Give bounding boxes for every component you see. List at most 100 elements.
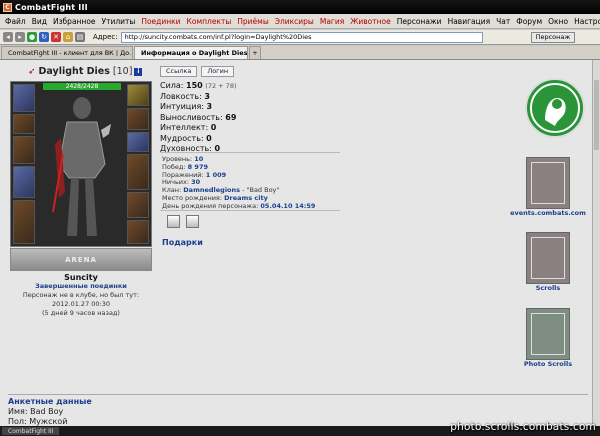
boots-slot[interactable]: [127, 220, 149, 244]
address-label: Адрес:: [93, 33, 118, 41]
back-icon[interactable]: ◂: [3, 32, 13, 42]
dryad-logo-icon[interactable]: [525, 78, 585, 138]
menu-item[interactable]: Навигация: [445, 17, 494, 26]
tab-label: Информация о Daylight Dies: [141, 49, 248, 57]
detail-label: Место рождения:: [162, 193, 223, 202]
window-title: CombatFight III: [15, 2, 88, 12]
completed-fights-link[interactable]: Завершенные поединки: [10, 282, 152, 291]
menu-item[interactable]: Файл: [2, 17, 29, 26]
person-button[interactable]: Персонаж: [530, 31, 576, 43]
clan-emblem-icon[interactable]: [167, 215, 180, 228]
menu-item[interactable]: Эликсиры: [272, 17, 317, 26]
stat-value: 0: [210, 123, 217, 132]
menu-item[interactable]: Вид: [29, 17, 50, 26]
stats-list: Сила: 150 (72 + 78) Ловкость: 3 Интуиция:…: [160, 81, 237, 155]
profile-data: Анкетные данные Имя: Bad Boy Пол: Мужско…: [8, 397, 92, 426]
detail-value: 05.04.10 14:59: [260, 201, 316, 210]
bracer-slot[interactable]: [127, 84, 149, 106]
helmet-slot[interactable]: [13, 84, 35, 112]
tab-client[interactable]: CombatFight III - клиент для ВК | До...: [1, 46, 133, 59]
character-header: ➶ Daylight Dies [10] i: [28, 66, 143, 77]
photo-scrolls-flag-icon: [526, 308, 570, 360]
time-ago: (5 дней 9 часов назад): [42, 309, 120, 317]
address-input[interactable]: http://suncity.combats.com/inf.pl?login=…: [120, 31, 483, 43]
photo-scrolls-link[interactable]: Photo Scrolls: [505, 308, 591, 368]
app-window: C CombatFight III Файл Вид Избранное Утилит…: [0, 0, 600, 436]
menu-item[interactable]: Настройки: [571, 17, 600, 26]
new-tab-button[interactable]: +: [249, 46, 261, 59]
dryad-logo-art: [530, 83, 580, 133]
menu-item[interactable]: Форум: [513, 17, 545, 26]
stat-row: Мудрость: 0: [160, 134, 237, 145]
detail-label: Побед:: [162, 162, 186, 171]
detail-value: 1 009: [205, 170, 227, 179]
menu-item[interactable]: Комплекты: [184, 17, 235, 26]
tab-bar: CombatFight III - клиент для ВК | До... …: [0, 46, 600, 60]
stat-row: Интеллект: 0: [160, 123, 237, 134]
stat-label: Ловкость:: [160, 91, 202, 101]
forward-icon[interactable]: ▸: [15, 32, 25, 42]
detail-extra: - "Bad Boy": [240, 186, 280, 195]
detail-label: Уровень:: [162, 155, 193, 163]
profile-name-value: Bad Boy: [30, 407, 64, 416]
stat-row: Выносливость: 69: [160, 113, 237, 124]
alignment-emblem-icon[interactable]: [186, 215, 199, 228]
vertical-scrollbar[interactable]: [592, 60, 600, 426]
home-icon[interactable]: ⌂: [63, 32, 73, 42]
stop-icon[interactable]: ✕: [51, 32, 61, 42]
stat-label: Сила:: [160, 81, 184, 90]
menu-item[interactable]: Утилиты: [99, 17, 139, 26]
page-content: ➶ Daylight Dies [10] i 2428/2428 ARENA S…: [0, 60, 592, 426]
events-label: events.combats.com: [510, 209, 586, 217]
link-button[interactable]: Ссылка: [160, 66, 198, 77]
scrolls-flag-icon: [526, 232, 570, 284]
menu-item[interactable]: Персонажи: [394, 17, 445, 26]
hp-bar: 2428/2428: [43, 83, 121, 90]
divider: [160, 152, 340, 153]
amulet-slot[interactable]: [13, 136, 35, 164]
ring2-slot[interactable]: [127, 132, 149, 152]
earring-slot[interactable]: [13, 114, 35, 134]
ring-slot[interactable]: [127, 108, 149, 130]
character-name: Daylight Dies: [38, 66, 110, 77]
city-name: Suncity: [64, 273, 98, 282]
photo-scrolls-label: Photo Scrolls: [523, 360, 573, 368]
weapon-slot[interactable]: [13, 166, 35, 198]
menu-item[interactable]: Приёмы: [234, 17, 271, 26]
menu-item[interactable]: Окно: [545, 17, 571, 26]
print-icon[interactable]: ▤: [75, 32, 85, 42]
menu-item[interactable]: Чат: [493, 17, 513, 26]
stat-row: Интуиция: 3: [160, 102, 237, 113]
legs-slot[interactable]: [127, 192, 149, 218]
gloves-slot[interactable]: [127, 154, 149, 190]
gifts-link[interactable]: Подарки: [162, 238, 203, 247]
watermark: photo.scrolls.combats.com: [450, 421, 596, 433]
refresh-icon[interactable]: ↻: [39, 32, 49, 42]
go-icon[interactable]: ●: [27, 32, 37, 42]
app-logo-icon: C: [3, 2, 12, 12]
detail-value: Damnedlegions: [183, 186, 241, 195]
detail-label: Клан:: [162, 186, 182, 195]
profile-sex-value: Мужской: [29, 417, 68, 426]
menu-item[interactable]: Животное: [347, 17, 393, 26]
scrollbar-thumb[interactable]: [594, 80, 599, 150]
menu-item[interactable]: Магия: [317, 17, 347, 26]
stat-value: 0: [206, 133, 212, 143]
profile-sex-label: Пол:: [8, 417, 27, 426]
tab-info[interactable]: Информация о Daylight Dies: [134, 46, 248, 59]
info-icon[interactable]: i: [134, 67, 143, 76]
events-link[interactable]: events.combats.com: [505, 157, 591, 217]
stat-value: 3: [204, 91, 210, 101]
taskbar-app-button[interactable]: CombatFight III: [2, 427, 60, 435]
stat-value: 150: [186, 81, 203, 90]
detail-value: Dreams city: [224, 193, 268, 202]
menu-item[interactable]: Поединки: [138, 17, 183, 26]
login-button[interactable]: Логин: [201, 66, 235, 77]
character-figure: [52, 97, 111, 236]
armor-slot[interactable]: [13, 200, 35, 244]
scrolls-link[interactable]: Scrolls: [505, 232, 591, 292]
profile-name-row: Имя: Bad Boy: [8, 407, 92, 417]
profile-heading: Анкетные данные: [8, 397, 92, 406]
detail-value: 30: [191, 178, 201, 187]
menu-item[interactable]: Избранное: [50, 17, 99, 26]
